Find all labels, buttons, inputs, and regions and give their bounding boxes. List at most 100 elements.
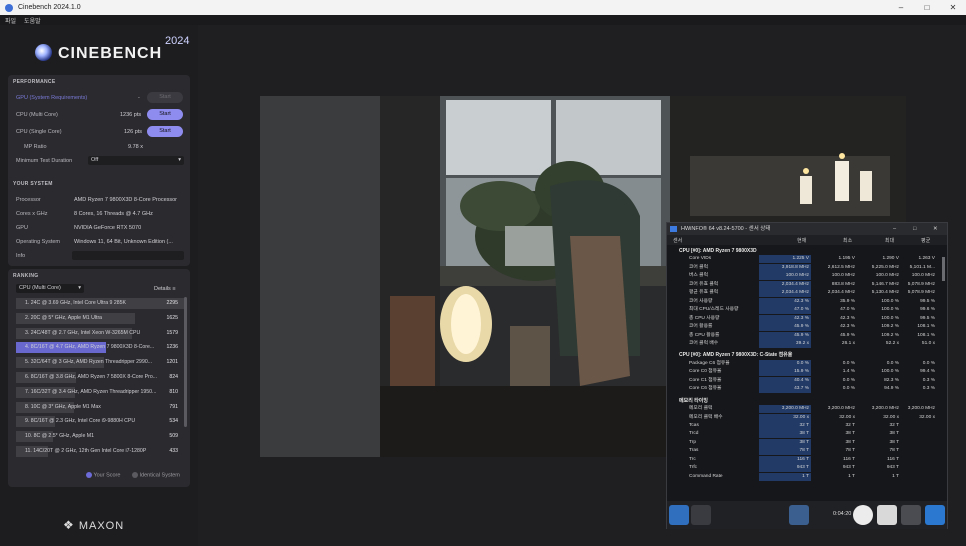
ranking-row[interactable]: 4. 8C/16T @ 4.7 GHz, AMD Ryzen 7 9800X3D… — [16, 342, 184, 354]
sensor-row[interactable]: Core C6 점유율 43.7 % 0.0 % 94.9 % 0.3 % — [669, 385, 935, 394]
ranking-dropdown[interactable]: CPU (Multi Core) ▾ — [16, 284, 84, 293]
multi-core-start-button[interactable]: Start — [147, 109, 183, 120]
sensor-row[interactable]: 코어 사용량 42.3 % 35.9 % 100.0 % 99.5 % — [669, 297, 935, 306]
ranking-row[interactable]: 9. 8C/16T @ 2.3 GHz, Intel Core i9-9880H… — [16, 416, 184, 428]
ranking-score: 810 — [169, 388, 178, 395]
hwinfo-close-icon[interactable]: ✕ — [933, 223, 938, 235]
sensor-section-title[interactable]: CPU [#0]: AMD Ryzen 7 9800X3D: C-State 점… — [669, 351, 935, 359]
sensor-row[interactable]: 평균 유효 클럭 2,034.4 MHz 2,034.4 MHz 5,130.4 MH… — [669, 289, 935, 298]
sensor-row[interactable]: 총 CPU 사용량 42.3 % 42.3 % 100.0 % 99.5 % — [669, 314, 935, 323]
sensor-value: 45.9 % — [759, 331, 811, 340]
title-bar: Cinebench 2024.1.0 – □ ✕ — [0, 0, 966, 15]
sensor-value: 3,200.0 MHz — [871, 406, 899, 412]
settings-icon[interactable] — [901, 505, 921, 525]
sensor-name: 버스 클럭 — [689, 273, 708, 279]
close-icon[interactable]: ✕ — [940, 0, 966, 15]
ranking-row[interactable]: 1. 24C @ 3.69 GHz, Intel Core Ultra 9 28… — [16, 298, 184, 309]
menu-help[interactable]: 도움말 — [24, 16, 41, 25]
sensor-row[interactable]: 메모리 클럭 배수 32.00 x 32.00 x 32.00 x 32.00 x — [669, 413, 935, 422]
clock-icon[interactable] — [853, 505, 873, 525]
sensor-name: 코어 클럭 — [689, 264, 708, 270]
sensor-value: 42.3 % — [840, 315, 855, 321]
ranking-scrollbar[interactable] — [184, 297, 187, 427]
sensor-row[interactable]: Package C6 점유율 0.0 % 0.0 % 0.0 % 0.0 % — [669, 359, 935, 368]
hwinfo-scrollbar[interactable] — [942, 257, 945, 281]
sensor-section-title[interactable]: 메모리 타이밍 — [669, 397, 935, 405]
sensor-value: 3,918.8 MHz — [759, 263, 811, 272]
ranking-score: 1201 — [166, 359, 178, 366]
report-icon[interactable] — [877, 505, 897, 525]
sensor-name: 코어 클럭 배수 — [689, 340, 719, 346]
sensor-row[interactable]: Core VIDs 1.225 V 1.195 V 1.290 V 1.263 V — [669, 255, 935, 264]
sensor-name: Trc — [689, 456, 696, 462]
hwinfo-toolbar: 0:04:20 — [667, 501, 947, 529]
minimize-icon[interactable]: – — [888, 0, 914, 15]
ranking-row[interactable]: 5. 32C/64T @ 3 GHz, AMD Ryzen Threadripp… — [16, 357, 184, 369]
sensor-row[interactable]: 코어 클럭 배수 39.2 x 26.1 x 52.2 x 51.0 x — [669, 339, 935, 348]
sensor-value: 0.0 % — [886, 360, 899, 366]
close-app-icon[interactable] — [925, 505, 945, 525]
sensor-row[interactable]: Command Rate 1 T 1 T 1 T — [669, 472, 935, 481]
ranking-row[interactable]: 8. 10C @ 3* GHz, Apple M1 Max 791 — [16, 401, 184, 413]
sensor-value: 0.0 % — [842, 377, 855, 383]
ranking-row[interactable]: 2. 20C @ 5* GHz, Apple M1 Ultra 1625 — [16, 312, 184, 324]
sensor-row[interactable]: Trc 116 T 116 T 116 T — [669, 455, 935, 464]
sensor-value: 47.0 % — [840, 307, 855, 313]
sensor-value: 100.0 % — [881, 298, 899, 304]
info-field[interactable] — [72, 251, 184, 260]
sensor-row[interactable]: Trp 38 T 38 T 38 T — [669, 438, 935, 447]
network-icon[interactable] — [789, 505, 809, 525]
ranking-row[interactable]: 7. 16C/32T @ 3.4 GHz, AMD Ryzen Threadri… — [16, 386, 184, 398]
maximize-icon[interactable]: □ — [914, 0, 940, 15]
sensor-name: Core C6 점유율 — [689, 386, 722, 392]
hwinfo-header: 센서 현재 최소 최대 평균 — [667, 235, 947, 245]
sensor-row[interactable]: 코어 유효 클럭 2,034.4 MHz 883.8 MHz 5,146.7 MHz 5… — [669, 280, 935, 289]
sensor-row[interactable]: Core C1 점유율 40.4 % 0.0 % 82.3 % 0.3 % — [669, 376, 935, 385]
sensor-section-title[interactable]: CPU [#0]: AMD Ryzen 7 9800X3D — [669, 247, 935, 255]
hwinfo-minimize-icon[interactable]: – — [893, 223, 896, 235]
sensor-row[interactable]: 코어 활용률 45.9 % 42.3 % 109.2 % 108.1 % — [669, 323, 935, 332]
hwinfo-app-icon — [670, 226, 677, 232]
sensor-row[interactable]: 버스 클럭 100.0 MHz 100.0 MHz 100.0 MHz 100.0 MH… — [669, 272, 935, 281]
sensor-row[interactable]: Trcd 38 T 38 T 38 T — [669, 430, 935, 439]
sensor-row[interactable]: Trfc 943 T 943 T 943 T — [669, 464, 935, 473]
ranking-row[interactable]: 6. 8C/16T @ 3.8 GHz, AMD Ryzen 7 5800X 8… — [16, 372, 184, 383]
sensor-row[interactable]: 코어 클럭 3,918.8 MHz 2,612.5 MHz 5,225.0 MHz 5,… — [669, 263, 935, 272]
single-core-start-button[interactable]: Start — [147, 126, 183, 137]
sensor-value: 40.4 % — [759, 376, 811, 385]
sensor-value: 943 T — [842, 465, 855, 471]
ranking-row[interactable]: 3. 24C/48T @ 2.7 GHz, Intel Xeon W-3265M… — [16, 327, 184, 339]
legend-your-score: Your Score — [86, 472, 120, 478]
sensor-value: 883.8 MHz — [831, 281, 855, 287]
details-button[interactable]: Details ≡ — [154, 286, 176, 292]
sensor-row[interactable]: Tras 78 T 78 T 78 T — [669, 447, 935, 456]
col-min: 최소 — [843, 238, 853, 244]
sensor-row[interactable]: 총 CPU 활용률 45.9 % 45.9 % 109.2 % 108.1 % — [669, 331, 935, 340]
brand-name: CINEBENCH — [58, 45, 163, 62]
sensor-row[interactable]: Tcas 32 T 32 T 32 T — [669, 422, 935, 430]
ranking-row[interactable]: 11. 14C/20T @ 2 GHz, 12th Gen Intel Core… — [16, 446, 184, 457]
sensor-value: 1.195 V — [838, 256, 855, 262]
col-avg: 평균 — [921, 238, 931, 244]
sensor-value: 99.5 % — [920, 298, 935, 304]
ranking-row[interactable]: 10. 8C @ 2.5* GHz, Apple M1 509 — [16, 431, 184, 443]
sensor-value: 1.290 V — [882, 256, 899, 262]
sensor-name: Trcd — [689, 431, 699, 437]
ranking-score: 791 — [169, 403, 178, 410]
sensor-value: 78 T — [845, 448, 855, 454]
sensor-name: 총 CPU 활용률 — [689, 332, 720, 338]
cinebench-logo: CINEBENCH 2024 — [35, 35, 195, 72]
ranking-score: 433 — [169, 448, 178, 454]
menu-file[interactable]: 파일 — [5, 16, 16, 25]
gpu-start-button[interactable]: Start — [147, 92, 183, 103]
maxon-logo: ❖ MAXON — [63, 518, 124, 532]
duration-dropdown[interactable]: Off ▾ — [88, 156, 184, 165]
legend-your-label: Your Score — [93, 472, 121, 479]
sensor-value: 1 T — [848, 473, 855, 479]
nav-left-icon[interactable] — [669, 505, 689, 525]
sensor-row[interactable]: 최대 CPU/스레드 사용량 47.0 % 47.0 % 100.0 % 99.6 % — [669, 306, 935, 315]
sensor-row[interactable]: 메모리 클럭 3,200.0 MHz 3,200.0 MHz 3,200.0 MHz 3… — [669, 405, 935, 414]
sensor-row[interactable]: Core C0 점유율 15.9 % 1.4 % 100.0 % 99.4 % — [669, 368, 935, 377]
hwinfo-maximize-icon[interactable]: □ — [913, 223, 916, 235]
nav-right-icon[interactable] — [691, 505, 711, 525]
